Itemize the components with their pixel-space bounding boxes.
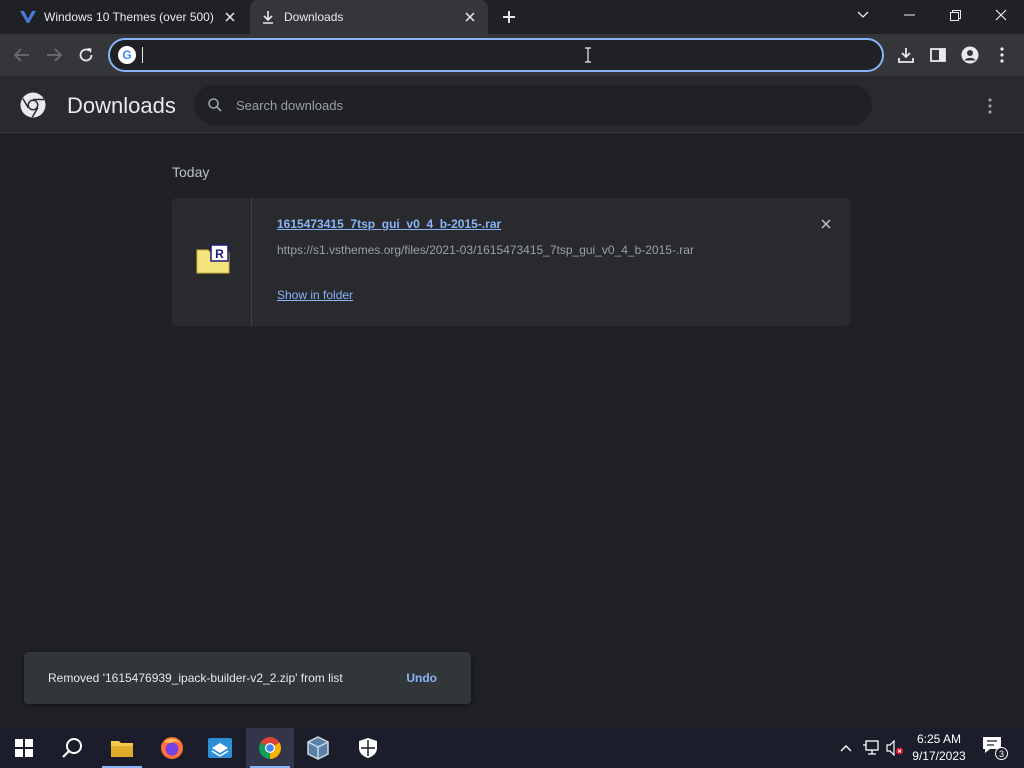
clock-date: 9/17/2023 bbox=[912, 749, 966, 763]
search-input[interactable] bbox=[236, 97, 836, 113]
notification-count-badge: 3 bbox=[995, 747, 1008, 760]
chevron-up-icon bbox=[840, 745, 852, 752]
more-actions-icon[interactable] bbox=[980, 96, 1000, 116]
taskbar-clock[interactable]: 6:25 AM 9/17/2023 bbox=[906, 731, 972, 765]
tab-title: Downloads bbox=[284, 10, 344, 24]
svg-text:R: R bbox=[215, 247, 224, 261]
download-source-url[interactable]: https://s1.vsthemes.org/files/2021-03/16… bbox=[277, 243, 694, 257]
download-item-card: R 1615473415_7tsp_gui_v0_4_b-2015-.rar h… bbox=[172, 198, 850, 326]
tab-downloads[interactable]: Downloads bbox=[250, 0, 488, 34]
chrome-menu-icon[interactable] bbox=[990, 43, 1014, 67]
chrome-taskbar-button[interactable] bbox=[246, 728, 294, 768]
profile-icon[interactable] bbox=[958, 43, 982, 67]
remove-from-list-icon[interactable] bbox=[816, 214, 836, 234]
action-center-button[interactable]: 3 bbox=[982, 736, 1008, 760]
mouse-ibeam-cursor-icon bbox=[585, 47, 591, 63]
network-icon bbox=[863, 740, 879, 755]
restore-button[interactable] bbox=[932, 0, 978, 30]
vsthemes-icon bbox=[20, 9, 36, 25]
start-button[interactable] bbox=[0, 728, 48, 768]
windows-taskbar: 6:25 AM 9/17/2023 3 bbox=[0, 728, 1024, 768]
side-panel-icon[interactable] bbox=[926, 43, 950, 67]
firefox-button[interactable] bbox=[148, 728, 196, 768]
toast-message: Removed '1615476939_ipack-builder-v2_2.z… bbox=[48, 671, 343, 685]
volume-button[interactable] bbox=[884, 728, 906, 768]
tab-search-button[interactable] bbox=[840, 0, 886, 30]
windows-security-button[interactable] bbox=[344, 728, 392, 768]
firefox-icon bbox=[161, 737, 183, 759]
forward-button[interactable] bbox=[42, 43, 66, 67]
tab-windows-themes[interactable]: Windows 10 Themes (over 500) bbox=[8, 0, 248, 34]
text-cursor bbox=[142, 47, 143, 63]
google-icon: G bbox=[118, 46, 136, 64]
back-button[interactable] bbox=[10, 43, 34, 67]
network-button[interactable] bbox=[860, 728, 882, 768]
undo-button[interactable]: Undo bbox=[406, 671, 437, 685]
download-icon bbox=[260, 9, 276, 25]
sandbox-app-icon bbox=[208, 738, 232, 758]
minimize-button[interactable] bbox=[886, 0, 932, 30]
virtualbox-button[interactable] bbox=[294, 728, 342, 768]
new-tab-button[interactable] bbox=[498, 6, 520, 28]
tab-close-icon[interactable] bbox=[460, 7, 480, 27]
sandbox-button[interactable] bbox=[196, 728, 244, 768]
virtualbox-icon bbox=[307, 736, 329, 760]
folder-icon bbox=[111, 741, 133, 757]
chrome-icon bbox=[259, 737, 281, 759]
tab-close-icon[interactable] bbox=[220, 7, 240, 27]
volume-muted-icon bbox=[886, 740, 903, 756]
reload-button[interactable] bbox=[74, 43, 98, 67]
search-downloads-bar[interactable] bbox=[194, 85, 872, 125]
tab-title: Windows 10 Themes (over 500) bbox=[44, 10, 214, 24]
address-bar[interactable]: G bbox=[108, 38, 884, 72]
search-icon bbox=[62, 738, 82, 758]
address-input[interactable] bbox=[147, 47, 882, 63]
show-in-folder-link[interactable]: Show in folder bbox=[277, 288, 353, 302]
downloads-header: Downloads bbox=[0, 76, 1024, 133]
show-hidden-icons-button[interactable] bbox=[836, 728, 856, 768]
file-icon-cell: R bbox=[172, 198, 252, 326]
shield-icon bbox=[359, 738, 377, 758]
windows-logo-icon bbox=[15, 739, 33, 757]
downloads-toolbar-button[interactable] bbox=[894, 43, 918, 67]
chrome-logo-icon bbox=[20, 92, 46, 118]
rar-archive-icon: R bbox=[196, 244, 230, 274]
browser-toolbar: G bbox=[0, 34, 1024, 76]
page-title: Downloads bbox=[67, 93, 176, 118]
file-explorer-button[interactable] bbox=[98, 728, 146, 768]
close-window-button[interactable] bbox=[978, 0, 1024, 30]
download-filename-link[interactable]: 1615473415_7tsp_gui_v0_4_b-2015-.rar bbox=[277, 217, 501, 231]
removed-toast: Removed '1615476939_ipack-builder-v2_2.z… bbox=[24, 652, 471, 704]
browser-titlebar: Windows 10 Themes (over 500) Downloads bbox=[0, 0, 1024, 34]
date-section-label: Today bbox=[172, 164, 210, 180]
taskbar-search-button[interactable] bbox=[48, 728, 96, 768]
search-icon bbox=[208, 98, 222, 112]
clock-time: 6:25 AM bbox=[916, 732, 962, 746]
